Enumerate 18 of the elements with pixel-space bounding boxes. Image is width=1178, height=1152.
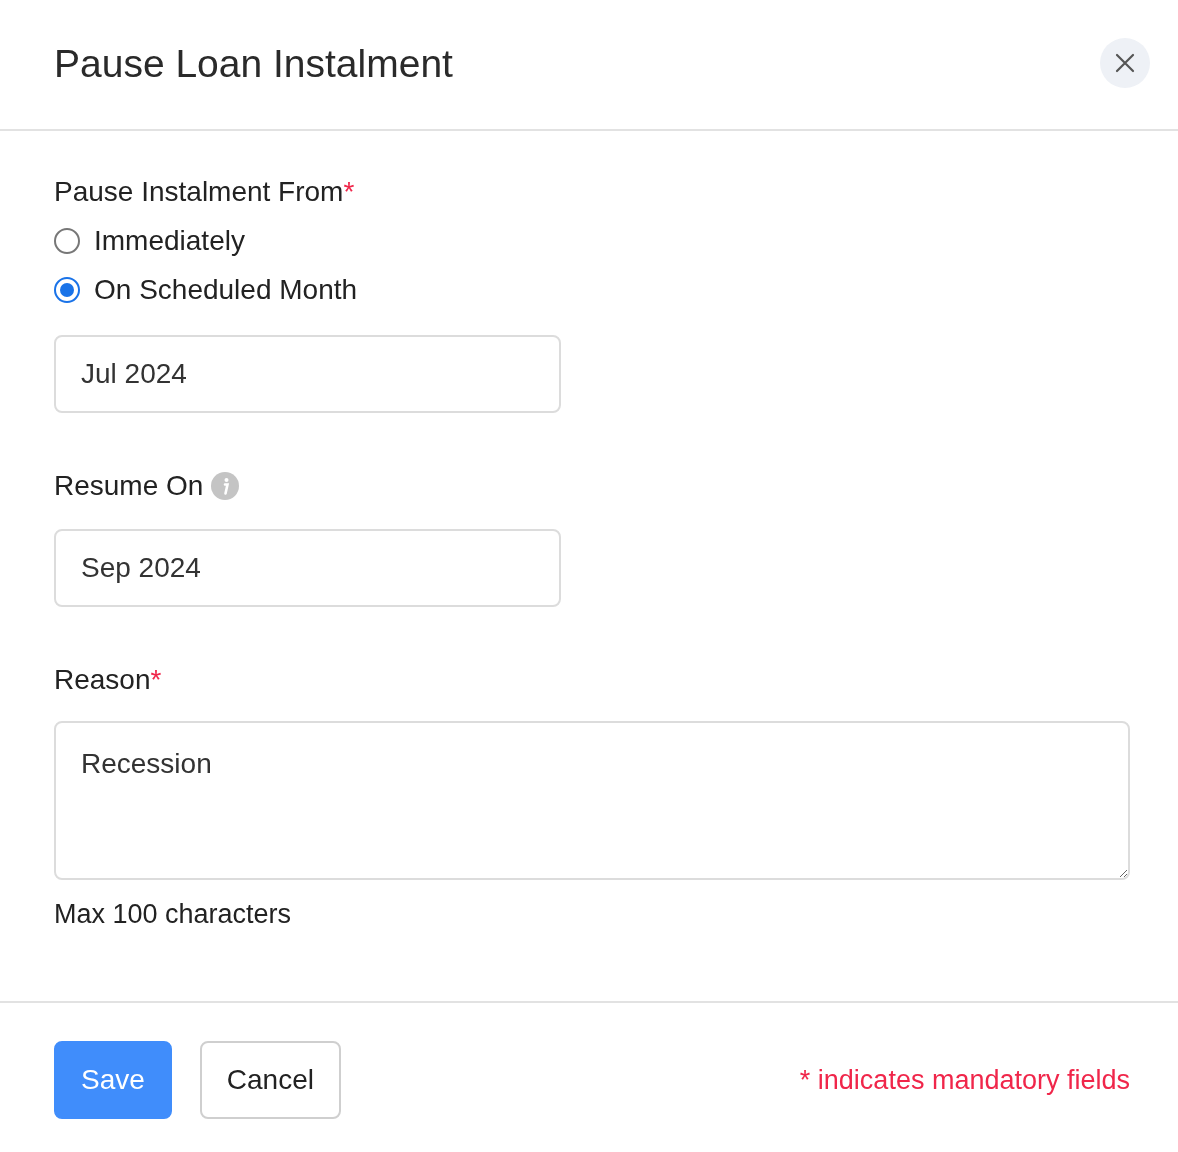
cancel-button[interactable]: Cancel xyxy=(199,1041,341,1119)
radio-button[interactable] xyxy=(54,228,80,254)
field-hint: Max 100 characters xyxy=(54,898,293,931)
radio-label[interactable]: On Scheduled Month xyxy=(94,269,358,311)
close-button[interactable] xyxy=(1100,37,1150,88)
field-label: Resume On xyxy=(54,469,204,503)
dialog-title: Pause Loan Instalment xyxy=(54,41,453,88)
required-mark: * xyxy=(343,175,355,209)
month-input[interactable]: Sep 2024 xyxy=(54,529,561,607)
mandatory-note: * indicates mandatory fields xyxy=(799,1063,1130,1097)
radio-button[interactable] xyxy=(54,277,80,303)
required-mark: * xyxy=(150,663,162,697)
reason-textarea[interactable]: Recession xyxy=(54,721,1130,880)
field-label: Reason xyxy=(54,663,151,697)
month-input[interactable]: Jul 2024 xyxy=(54,335,561,413)
close-icon xyxy=(1115,52,1135,73)
radio-label[interactable]: Immediately xyxy=(94,220,245,262)
field-label: Pause Instalment From xyxy=(54,175,344,209)
